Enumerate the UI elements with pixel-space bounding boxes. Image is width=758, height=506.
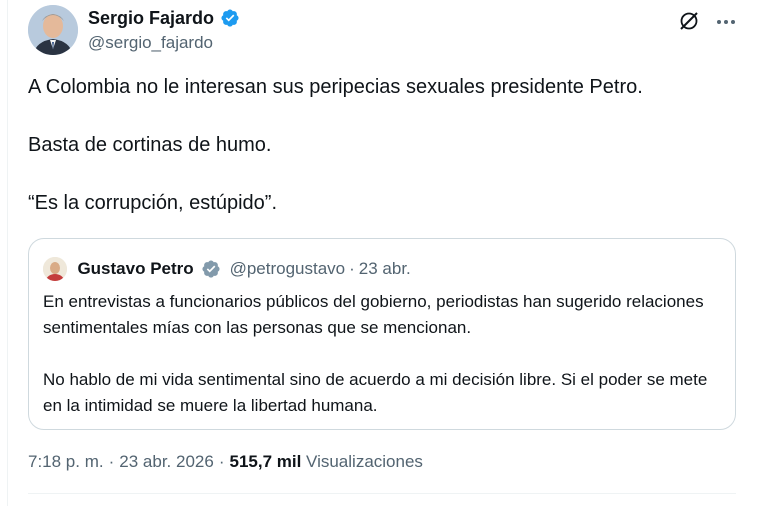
avatar[interactable] bbox=[28, 5, 78, 55]
grok-icon[interactable] bbox=[678, 10, 700, 32]
author-names: Sergio Fajardo @sergio_fajardo bbox=[88, 7, 240, 54]
quoted-tweet[interactable]: Gustavo Petro @petrogustavo · 23 abr. En e… bbox=[28, 238, 736, 430]
tweet-text: A Colombia no le interesan sus peripecia… bbox=[28, 74, 738, 216]
tweet-date[interactable]: 23 abr. 2026 bbox=[119, 452, 214, 471]
quoted-tweet-header: Gustavo Petro @petrogustavo · 23 abr. bbox=[43, 257, 411, 281]
tweet-paragraph: Basta de cortinas de humo. bbox=[28, 134, 272, 156]
quoted-author-handle: @petrogustavo · 23 abr. bbox=[230, 259, 411, 279]
verified-badge-icon bbox=[201, 259, 221, 279]
views-label: Visualizaciones bbox=[306, 452, 423, 471]
tweet-paragraph: A Colombia no le interesan sus peripecia… bbox=[28, 76, 643, 98]
verified-badge-icon[interactable] bbox=[220, 8, 240, 28]
separator-dot: · bbox=[108, 452, 115, 471]
quoted-avatar bbox=[43, 257, 67, 281]
author-handle[interactable]: @sergio_fajardo bbox=[88, 32, 240, 54]
quoted-author-name: Gustavo Petro bbox=[77, 259, 194, 278]
separator-dot: · bbox=[218, 452, 225, 471]
views-count: 515,7 mil bbox=[229, 452, 302, 471]
tweet-time[interactable]: 7:18 p. m. bbox=[28, 452, 104, 471]
quoted-paragraph: En entrevistas a funcionarios públicos d… bbox=[43, 292, 704, 337]
quoted-paragraph: No hablo de mi vida sentimental sino de … bbox=[43, 370, 708, 415]
quoted-date: 23 abr. bbox=[358, 259, 411, 278]
separator-dot: · bbox=[349, 259, 355, 278]
author-name[interactable]: Sergio Fajardo bbox=[88, 7, 214, 29]
tweet-meta: 7:18 p. m. · 23 abr. 2026 · 515,7 mil Visual… bbox=[28, 452, 423, 472]
timeline-border bbox=[7, 0, 8, 506]
tweet-paragraph: “Es la corrupción, estúpido”. bbox=[28, 192, 278, 214]
quoted-handle-text: @petrogustavo bbox=[229, 259, 346, 278]
tweet-header: Sergio Fajardo @sergio_fajardo bbox=[28, 2, 738, 58]
quoted-tweet-text: En entrevistas a funcionarios públicos d… bbox=[43, 289, 723, 419]
more-options-icon[interactable] bbox=[714, 10, 738, 34]
divider bbox=[28, 493, 736, 494]
